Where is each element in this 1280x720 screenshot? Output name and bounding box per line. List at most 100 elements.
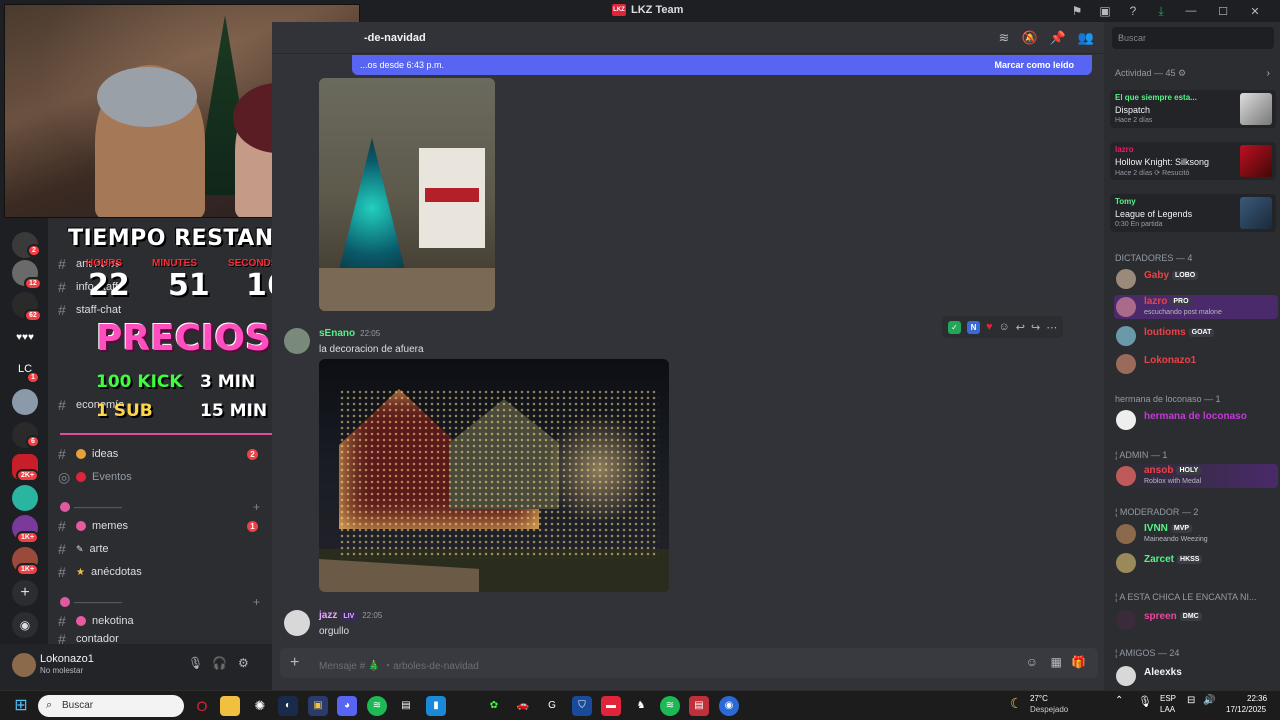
download-icon[interactable]: ⤓ [1152,2,1170,20]
search-input[interactable]: Buscar ⌕ [1112,27,1274,49]
windows-start-icon[interactable]: ⊞ [12,697,30,715]
mark-read-button[interactable]: Marcar como leído [994,60,1074,70]
channel-item-arte[interactable]: # ✎ arte [58,539,268,559]
member-item[interactable]: Gaby LOBO [1114,267,1278,291]
member-item[interactable]: loutioms GOAT [1114,324,1278,348]
inbox-flag-icon[interactable]: ⚑ [1068,2,1086,20]
headphones-icon[interactable]: 🎧 [212,656,227,670]
discover-icon[interactable]: ◉ [12,612,38,638]
mic-icon[interactable]: 🎙 [1138,695,1152,708]
app-icon[interactable]: ▤ [396,696,416,716]
taskbar-search[interactable]: ⌕ Buscar [38,695,184,717]
app-icon[interactable]: ▤ [689,696,709,716]
app-icon[interactable]: ♞ [631,696,651,716]
server-icon[interactable] [12,485,38,511]
image-attachment-tree[interactable] [319,78,495,311]
server-icon[interactable] [12,389,38,415]
spotify-icon[interactable]: ≋ [660,696,680,716]
app-icon[interactable]: ▣ [308,696,328,716]
server-badge: 1K+ [16,563,40,576]
chevron-up-icon[interactable]: ⌃ [1115,695,1123,706]
message-composer[interactable]: + Mensaje # 🎄 ・arboles-de-navidad ☺ ▦ 🎁 [280,648,1098,678]
channel-item-anecdotas[interactable]: # ★ anécdotas [58,562,268,582]
hearts-server-icon[interactable]: ♥♥♥ [12,325,38,351]
message-author[interactable]: jazz LIV 22:05 [319,610,382,621]
mic-icon[interactable]: 🎙 [188,656,203,670]
app-icon[interactable]: ▬ [601,696,621,716]
members-icon[interactable]: 👥 [1078,30,1094,46]
member-item[interactable]: Aleexks [1114,664,1278,688]
app-icon[interactable]: ◉ [719,696,739,716]
member-item[interactable]: ansob HOLY Roblox with Medal [1114,464,1278,488]
gift-icon[interactable]: 🎁 [1071,655,1086,669]
folder-icon[interactable] [220,696,240,716]
server-badge: 12 [24,277,42,290]
app-icon[interactable]: ✿ [484,696,504,716]
hash-icon: # [58,613,66,629]
threads-icon[interactable]: ≋ [999,30,1010,46]
image-attachment-house[interactable] [319,359,669,592]
avatar [1116,610,1136,630]
opera-icon[interactable]: O [192,696,212,716]
check-reaction-icon[interactable]: ✓ [948,320,961,334]
close-button[interactable]: ✕ [1244,5,1266,18]
channel-item-nekotina[interactable]: # nekotina [58,611,268,631]
spotify-icon[interactable]: ≋ [367,696,387,716]
avatar[interactable] [284,328,310,354]
add-channel-icon[interactable]: + [253,500,260,514]
clock-time[interactable]: 22:36 [1247,694,1267,703]
add-channel-icon[interactable]: + [253,595,260,609]
minimize-button[interactable]: — [1180,5,1202,17]
emoji-icon[interactable]: ☺ [1026,655,1038,669]
add-reaction-icon[interactable]: ☺ [999,321,1010,333]
help-icon[interactable]: ? [1124,2,1142,20]
forward-icon[interactable]: ↪ [1031,321,1040,334]
channel-item-memes[interactable]: # memes 1 [58,516,268,536]
member-item[interactable]: lazro PRO escuchando post malone [1114,295,1278,319]
add-server-icon[interactable]: + [12,580,38,606]
discord-icon[interactable]: ◕ [337,696,357,716]
more-options-icon[interactable]: ⋯ [1046,321,1057,334]
steam-icon[interactable]: ◐ [278,696,298,716]
chatgpt-icon[interactable]: ✺ [250,696,270,716]
volume-icon[interactable]: 🔊 [1203,695,1215,706]
avatar[interactable] [284,610,310,636]
message-author[interactable]: sEnano 22:05 [319,328,380,339]
settings-gear-icon[interactable]: ⚙ [1178,68,1186,78]
member-name: Aleexks [1144,667,1182,678]
member-item[interactable]: spreen DMC [1114,608,1278,632]
settings-gear-icon[interactable]: ⚙ [238,656,249,670]
reply-icon[interactable]: ↩ [1016,321,1025,334]
member-item[interactable]: IVNN MVP Maineando Weezing [1114,522,1278,546]
member-tag: GOAT [1188,327,1215,337]
category-header[interactable]: —————— + [60,500,260,514]
shield-icon[interactable]: ⛉ [572,696,592,716]
member-item[interactable]: hermana de loconaso [1114,408,1278,432]
channel-item-ideas[interactable]: # ideas 2 [58,444,268,464]
chevron-right-icon[interactable]: › [1267,68,1270,79]
category-header[interactable]: —————— + [60,595,260,609]
pin-icon[interactable]: 📌 [1050,30,1066,46]
attach-plus-icon[interactable]: + [290,654,299,672]
language[interactable]: ESP [1160,694,1176,703]
member-item[interactable]: Zarcet HKSS [1114,551,1278,575]
screen-share-icon[interactable]: ▣ [1096,2,1114,20]
activity-card[interactable]: lazro Hollow Knight: Silksong Hace 2 día… [1110,142,1276,180]
channel-item-eventos[interactable]: ◎ Eventos [58,467,268,487]
channel-item-contador[interactable]: # contador [58,633,268,644]
n-reaction-icon[interactable]: N [967,320,980,334]
apps-icon[interactable]: ▦ [1051,655,1062,669]
app-icon[interactable]: 🚗 [513,696,533,716]
member-item[interactable]: Lokonazo1 [1114,352,1278,376]
maximize-button[interactable]: ☐ [1212,5,1234,18]
mute-bell-icon[interactable]: 🔕 [1021,30,1037,46]
new-messages-bar[interactable]: ...os desde 6:43 p.m. Marcar como leído [352,55,1092,75]
app-icon[interactable]: ▮ [426,696,446,716]
channel-item[interactable]: # staff-chat [58,300,268,320]
activity-card[interactable]: Tomy League of Legends 0:30 En partida [1110,194,1276,232]
heart-reaction-icon[interactable]: ♥ [986,321,993,333]
avatar[interactable] [12,653,36,677]
network-icon[interactable]: ⊟ [1187,695,1195,706]
activity-card[interactable]: El que siempre esta... Dispatch Hace 2 d… [1110,90,1276,128]
app-icon[interactable]: G [542,696,562,716]
